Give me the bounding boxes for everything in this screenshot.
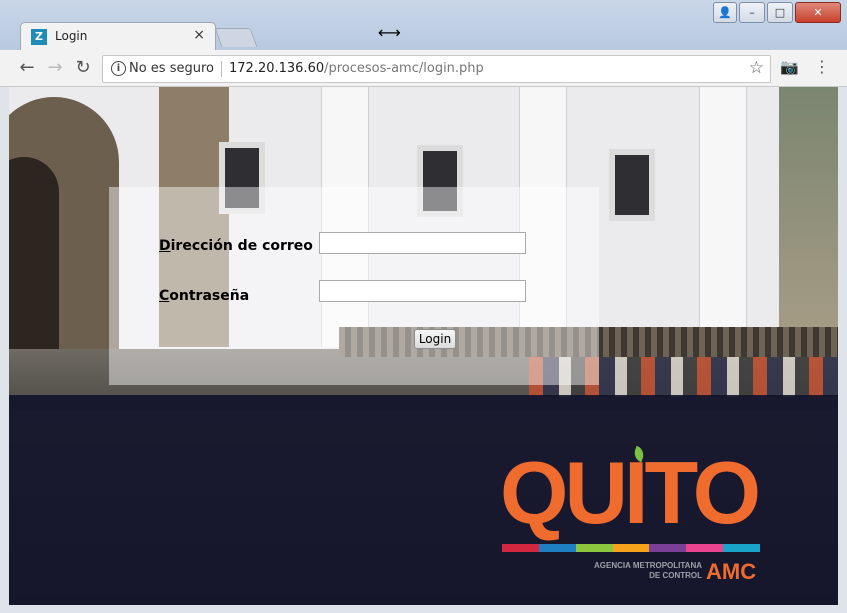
password-label-accesskey: C <box>159 288 170 304</box>
logo-stripe-segment <box>723 544 761 552</box>
url-path: /procesos-amc/login.php <box>324 61 484 76</box>
quito-amc-logo: QUITO AGENCIA METROPOLITANA DE CONTROL AM… <box>500 443 762 589</box>
title-bar: Z Login × ⟷ 👤 – □ ✕ <box>0 0 847 51</box>
window-controls: 👤 – □ ✕ <box>713 2 841 23</box>
logo-subtitle-line2: DE CONTROL <box>649 571 702 580</box>
url-host: 172.20.136.60 <box>229 61 325 76</box>
logo-subtitle: AGENCIA METROPOLITANA DE CONTROL <box>592 561 702 581</box>
background-pillar <box>699 87 747 347</box>
camera-icon[interactable]: 📷 <box>780 58 799 76</box>
logo-stripe-segment <box>502 544 539 552</box>
browser-toolbar: ← → ↻ i No es seguro 172.20.136.60/proce… <box>0 50 847 87</box>
address-separator <box>221 61 222 77</box>
user-profile-button[interactable]: 👤 <box>713 2 737 23</box>
password-field[interactable] <box>319 280 526 302</box>
login-form: Dirección de correo Contraseña Login <box>109 187 599 385</box>
resize-cursor-icon: ⟷ <box>378 23 401 42</box>
logo-stripe-segment <box>575 544 613 552</box>
background-window <box>609 149 655 221</box>
menu-icon[interactable]: ⋮ <box>814 57 830 76</box>
info-icon[interactable]: i <box>111 61 126 76</box>
close-window-button[interactable]: ✕ <box>795 2 841 23</box>
logo-color-stripe <box>502 544 761 552</box>
background-palm <box>779 87 838 347</box>
new-tab-button[interactable] <box>214 28 258 47</box>
forward-button[interactable]: → <box>44 57 66 78</box>
logo-wordmark: QUITO <box>500 443 761 542</box>
bookmark-star-icon[interactable]: ☆ <box>749 58 764 78</box>
browser-window: Z Login × ⟷ 👤 – □ ✕ ← → ↻ i No es seguro… <box>0 0 847 613</box>
email-field[interactable] <box>319 232 526 254</box>
logo-stripe-segment <box>538 544 576 552</box>
email-label-text: irección de correo <box>170 238 313 254</box>
email-label: Dirección de correo <box>159 238 313 254</box>
favicon-icon: Z <box>31 29 47 45</box>
password-label-text: ontraseña <box>169 288 250 304</box>
tab-login[interactable]: Z Login × <box>20 22 216 51</box>
close-tab-icon[interactable]: × <box>193 27 205 43</box>
security-indicator[interactable]: No es seguro <box>129 61 214 76</box>
url-text[interactable]: 172.20.136.60/procesos-amc/login.php <box>229 61 484 76</box>
logo-amc: AMC <box>706 559 757 584</box>
back-button[interactable]: ← <box>16 57 38 78</box>
login-button[interactable]: Login <box>414 329 456 349</box>
address-bar[interactable]: i No es seguro 172.20.136.60/procesos-am… <box>102 55 771 83</box>
logo-stripe-segment <box>686 544 724 552</box>
password-label: Contraseña <box>159 288 249 304</box>
logo-stripe-segment <box>612 544 650 552</box>
maximize-button[interactable]: □ <box>767 2 793 23</box>
reload-button[interactable]: ↻ <box>72 57 94 78</box>
tab-title: Login <box>55 29 88 43</box>
logo-stripe-segment <box>649 544 687 552</box>
email-label-accesskey: D <box>159 238 171 254</box>
page-content: Dirección de correo Contraseña Login QUI… <box>9 87 838 605</box>
minimize-button[interactable]: – <box>739 2 765 23</box>
logo-subtitle-line1: AGENCIA METROPOLITANA <box>594 561 702 570</box>
background-arch <box>9 97 119 387</box>
